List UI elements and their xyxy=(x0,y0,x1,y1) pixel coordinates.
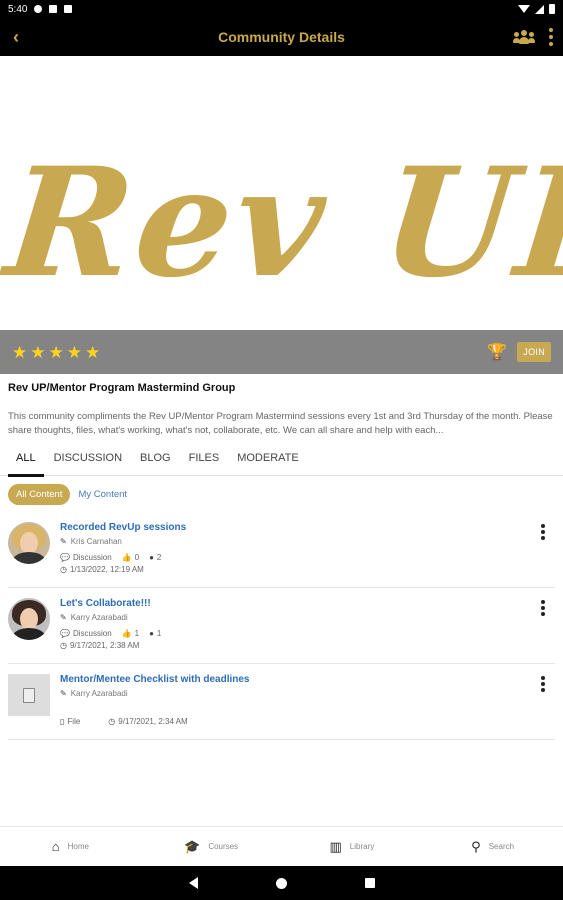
file-thumbnail xyxy=(8,674,50,716)
more-vertical-icon[interactable] xyxy=(541,676,545,692)
item-meta: 💬 Discussion 👍 1 ● 1 xyxy=(60,629,162,638)
list-item[interactable]: Recorded RevUp sessions ✎ Kris Carnahan … xyxy=(8,512,555,588)
library-icon: ▥ xyxy=(329,838,342,854)
content-tabs: ALL DISCUSSION BLOG FILES MODERATE xyxy=(0,448,563,477)
nav-search[interactable]: ⚲ Search xyxy=(422,827,563,866)
storage-icon xyxy=(49,5,58,13)
community-banner: Rev UP! ★ ★ ★ ★ ★ 🏆 JOIN xyxy=(0,56,563,374)
item-author: ✎ Karry Azarabadi xyxy=(60,689,128,698)
users-icon[interactable] xyxy=(513,29,535,45)
system-home-icon[interactable] xyxy=(275,877,287,889)
back-button[interactable]: ‹ xyxy=(0,18,32,56)
bottom-navigation: ⌂ Home 🎓 Courses ▥ Library ⚲ Search xyxy=(0,826,563,866)
comment-icon: ● xyxy=(149,553,154,562)
clock-icon: ◷ xyxy=(108,717,116,726)
signal-icon xyxy=(535,4,544,14)
star-icon: ★ xyxy=(66,342,82,362)
pencil-icon: ✎ xyxy=(60,537,67,546)
star-icon: ★ xyxy=(30,342,46,362)
chevron-left-icon: ‹ xyxy=(13,26,19,47)
search-icon: ⚲ xyxy=(471,838,481,854)
filter-my-content[interactable]: My Content xyxy=(78,489,127,500)
star-icon: ★ xyxy=(48,342,64,362)
nav-courses[interactable]: 🎓 Courses xyxy=(141,827,282,866)
thumbs-up-icon: 👍 xyxy=(121,553,132,562)
nav-home[interactable]: ⌂ Home xyxy=(0,827,141,866)
system-recents-icon[interactable] xyxy=(364,878,375,888)
tab-discussion[interactable]: DISCUSSION xyxy=(46,448,130,476)
app-bar: ‹ Community Details xyxy=(0,18,563,56)
message-icon xyxy=(34,5,43,13)
list-item[interactable]: Let's Collaborate!!! ✎ Karry Azarabadi 💬… xyxy=(8,588,555,664)
more-vertical-icon[interactable] xyxy=(541,600,545,616)
item-title[interactable]: Recorded RevUp sessions xyxy=(60,522,186,533)
item-date: ◷ 1/13/2022, 12:19 AM xyxy=(60,565,144,574)
battery-icon xyxy=(549,4,555,14)
pencil-icon: ✎ xyxy=(60,689,67,698)
banner-overlay: ★ ★ ★ ★ ★ 🏆 JOIN xyxy=(0,330,563,374)
item-title[interactable]: Mentor/Mentee Checklist with deadlines xyxy=(60,674,249,685)
list-item[interactable]: Mentor/Mentee Checklist with deadlines ✎… xyxy=(8,664,555,740)
filter-all-content[interactable]: All Content xyxy=(8,484,71,505)
status-time: 5:40 xyxy=(8,3,28,15)
join-button[interactable]: JOIN xyxy=(517,342,551,362)
item-date: ◷ 9/17/2021, 2:38 AM xyxy=(60,641,140,650)
more-vertical-icon[interactable] xyxy=(541,524,545,540)
star-icon: ★ xyxy=(12,342,28,362)
discussion-icon: 💬 xyxy=(60,553,70,562)
pencil-icon: ✎ xyxy=(60,613,67,622)
system-back-icon[interactable] xyxy=(188,877,198,889)
thumbs-up-icon: 👍 xyxy=(121,629,132,638)
tab-all[interactable]: ALL xyxy=(8,448,44,477)
item-author: ✎ Karry Azarabadi xyxy=(60,613,128,622)
document-icon xyxy=(23,687,35,703)
page-title: Community Details xyxy=(218,29,345,45)
system-navigation xyxy=(0,866,563,900)
status-bar: 5:40 xyxy=(0,0,563,18)
graduation-cap-icon: 🎓 xyxy=(184,838,201,854)
group-description: This community compliments the Rev UP/Me… xyxy=(8,411,553,436)
tab-files[interactable]: FILES xyxy=(181,448,228,476)
item-meta: ▯ File ◷ 9/17/2021, 2:34 AM xyxy=(60,717,188,726)
file-icon: ▯ xyxy=(60,717,65,726)
tab-blog[interactable]: BLOG xyxy=(132,448,179,476)
item-meta: 💬 Discussion 👍 0 ● 2 xyxy=(60,553,162,562)
wifi-icon xyxy=(518,5,530,13)
comment-icon: ● xyxy=(149,629,154,638)
home-icon: ⌂ xyxy=(51,839,60,854)
shield-icon xyxy=(64,5,73,13)
clock-icon: ◷ xyxy=(60,641,67,650)
item-title[interactable]: Let's Collaborate!!! xyxy=(60,598,151,609)
group-title: Rev UP/Mentor Program Mastermind Group xyxy=(8,382,236,394)
trophy-icon[interactable]: 🏆 xyxy=(487,342,507,362)
star-icon: ★ xyxy=(85,342,101,362)
item-author: ✎ Kris Carnahan xyxy=(60,537,122,546)
community-logo: Rev UP! xyxy=(0,135,563,311)
clock-icon: ◷ xyxy=(60,565,67,574)
nav-library[interactable]: ▥ Library xyxy=(282,827,423,866)
discussion-icon: 💬 xyxy=(60,629,70,638)
content-filters: All Content My Content xyxy=(8,484,127,505)
more-vertical-icon[interactable] xyxy=(547,28,555,46)
avatar xyxy=(8,598,50,640)
avatar xyxy=(8,522,50,564)
content-list: Recorded RevUp sessions ✎ Kris Carnahan … xyxy=(8,512,555,740)
tab-moderate[interactable]: MODERATE xyxy=(229,448,307,476)
star-rating: ★ ★ ★ ★ ★ xyxy=(12,344,100,361)
